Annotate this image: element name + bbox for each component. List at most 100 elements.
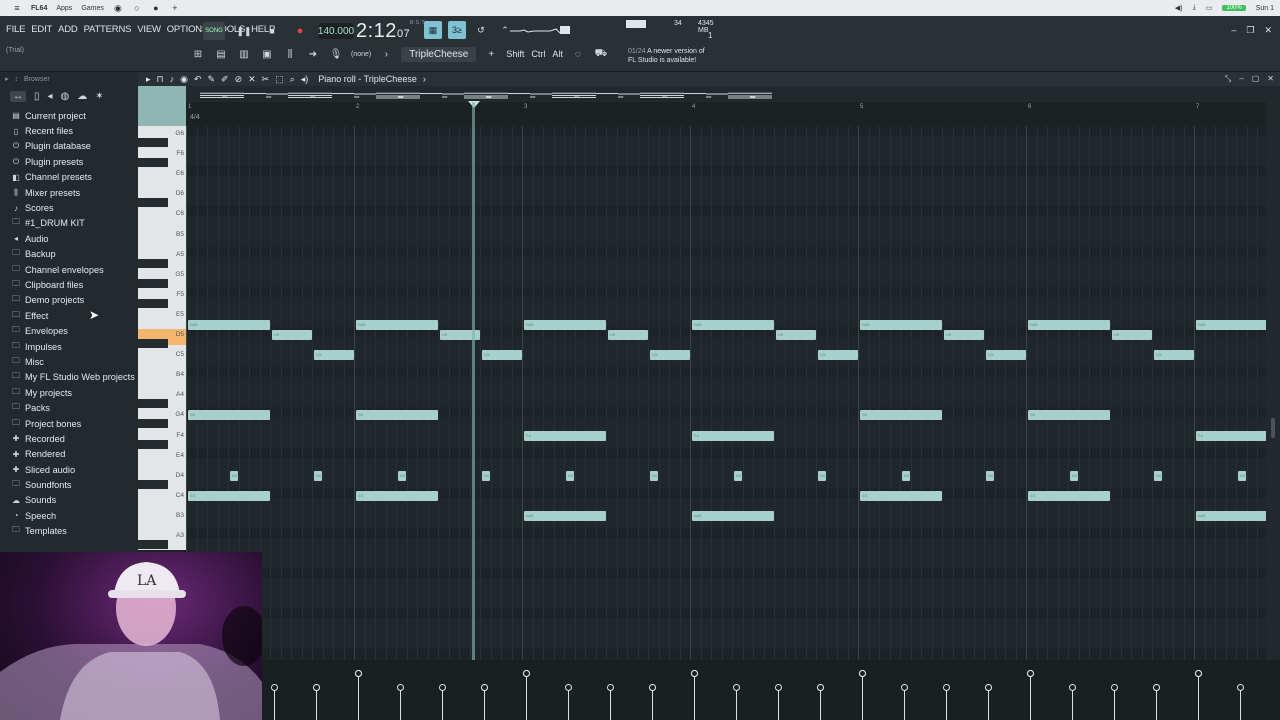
note[interactable]: C4 xyxy=(356,490,438,501)
browser-item[interactable]: ◂ Audio xyxy=(11,231,138,246)
time-display[interactable]: 2:1207 B:S:T xyxy=(356,20,425,43)
note[interactable]: C4 xyxy=(860,490,942,501)
browser-item[interactable]: 🗀 Channel envelopes xyxy=(11,262,138,277)
browser-item[interactable]: 🗀 Soundfonts xyxy=(11,477,138,492)
brush-icon[interactable]: ✐ xyxy=(221,74,229,85)
magnet-icon[interactable]: ⊓ xyxy=(157,74,164,85)
window-menu-icon[interactable]: ≡ xyxy=(12,3,22,13)
browser-item[interactable]: ◔ Speech xyxy=(11,508,138,523)
browser-item[interactable]: 🗀 Effect xyxy=(11,308,138,323)
note[interactable]: D4 xyxy=(1238,470,1247,481)
tab-fl64[interactable]: FL64 xyxy=(31,5,47,12)
note[interactable]: D5 xyxy=(944,330,984,340)
velocity-stem[interactable] xyxy=(526,674,527,720)
stop-button[interactable]: ■ xyxy=(263,22,281,40)
velocity-stem[interactable] xyxy=(862,674,863,720)
velocity-stem[interactable] xyxy=(820,688,821,720)
velocity-stem[interactable] xyxy=(610,688,611,720)
browser-item[interactable]: 🗀 Clipboard files xyxy=(11,277,138,292)
browser-item[interactable]: 🗀 Templates xyxy=(11,524,138,539)
velocity-stem[interactable] xyxy=(904,688,905,720)
play-icon[interactable]: ◉ xyxy=(180,74,188,85)
snap-icon[interactable]: ⊞ xyxy=(190,46,206,62)
black-key[interactable] xyxy=(138,479,168,489)
note[interactable]: D4 xyxy=(818,470,827,481)
arrow-icon[interactable]: ▸ xyxy=(5,75,9,83)
velocity-handle[interactable] xyxy=(439,684,446,691)
all-icon[interactable]: ↔ xyxy=(10,90,26,102)
black-key[interactable] xyxy=(138,158,168,168)
velocity-handle[interactable] xyxy=(733,684,740,691)
black-key[interactable] xyxy=(138,419,168,429)
speaker-icon[interactable]: ◂ xyxy=(48,91,53,102)
note[interactable]: D4 xyxy=(314,470,323,481)
note[interactable]: D4 xyxy=(482,470,491,481)
note[interactable]: D#5 xyxy=(524,319,606,330)
browser-item[interactable]: 🗀 #1_DRUM KIT xyxy=(11,216,138,231)
browser-item[interactable]: ♪ Scores xyxy=(11,200,138,215)
microphone-icon[interactable]: 🎙 xyxy=(328,46,344,62)
note[interactable]: F4 xyxy=(524,430,606,441)
zoom-icon[interactable]: ⌕ xyxy=(290,74,295,85)
note[interactable]: A#3 xyxy=(1196,510,1266,521)
ctrl-key-button[interactable]: Ctrl xyxy=(531,49,545,59)
browser-item[interactable]: ✚ Sliced audio xyxy=(11,462,138,477)
browser-item[interactable]: ☁ Sounds xyxy=(11,493,138,508)
browser-item[interactable]: ◧ Channel presets xyxy=(11,170,138,185)
menu-file[interactable]: FILE xyxy=(6,24,25,35)
browser-item[interactable]: ⏻ Plugin presets xyxy=(11,154,138,169)
note[interactable]: D4 xyxy=(734,470,743,481)
velocity-stem[interactable] xyxy=(358,674,359,720)
tab-games[interactable]: Games xyxy=(81,5,104,12)
minimize-icon[interactable]: – xyxy=(1239,74,1243,84)
velocity-handle[interactable] xyxy=(985,684,992,691)
note[interactable]: D4 xyxy=(1154,470,1163,481)
note[interactable]: D4 xyxy=(902,470,911,481)
note[interactable]: D#5 xyxy=(860,319,942,330)
menu-edit[interactable]: EDIT xyxy=(31,24,52,35)
velocity-handle[interactable] xyxy=(607,684,614,691)
playlist-icon[interactable]: ▤ xyxy=(213,46,229,62)
note[interactable]: G4 xyxy=(1028,410,1110,421)
select-icon[interactable]: ⬚ xyxy=(275,74,284,85)
note[interactable]: D5 xyxy=(272,330,312,340)
browser-item[interactable]: ⏻ Plugin database xyxy=(11,139,138,154)
chevron-icon[interactable]: ▸ xyxy=(146,74,151,85)
velocity-handle[interactable] xyxy=(817,684,824,691)
black-key[interactable] xyxy=(138,298,168,308)
menu-options[interactable]: OPTIONS xyxy=(167,24,209,35)
browser-item[interactable]: 🗀 Backup xyxy=(11,247,138,262)
alt-key-button[interactable]: Alt xyxy=(552,49,563,59)
velocity-stem[interactable] xyxy=(484,688,485,720)
plugin-icon[interactable]: ◍ xyxy=(61,91,70,102)
piano-roll-icon[interactable]: ▥ xyxy=(236,46,252,62)
note[interactable]: D4 xyxy=(650,470,659,481)
velocity-handle[interactable] xyxy=(1195,670,1202,677)
chevron-right-icon[interactable]: › xyxy=(423,74,426,84)
browser-item[interactable]: ✚ Rendered xyxy=(11,447,138,462)
note[interactable]: A#3 xyxy=(524,510,606,521)
velocity-stem[interactable] xyxy=(736,688,737,720)
velocity-handle[interactable] xyxy=(1027,670,1034,677)
record-button[interactable]: ● xyxy=(291,22,309,40)
note[interactable]: D5 xyxy=(776,330,816,340)
velocity-handle[interactable] xyxy=(397,684,404,691)
velocity-handle[interactable] xyxy=(481,684,488,691)
shift-key-button[interactable]: Shift xyxy=(506,49,524,59)
note[interactable]: D5 xyxy=(608,330,648,340)
velocity-handle[interactable] xyxy=(355,670,362,677)
note[interactable]: G4 xyxy=(356,410,438,421)
note[interactable]: G4 xyxy=(860,410,942,421)
vertical-scrollbar[interactable] xyxy=(1266,102,1280,660)
download-icon[interactable]: ⤓ xyxy=(1193,4,1196,12)
velocity-stem[interactable] xyxy=(1030,674,1031,720)
star-icon[interactable]: ✶ xyxy=(95,91,103,102)
velocity-stem[interactable] xyxy=(316,688,317,720)
velocity-handle[interactable] xyxy=(565,684,572,691)
note[interactable]: D4 xyxy=(230,470,239,481)
note[interactable]: D#5 xyxy=(692,319,774,330)
pencil-icon[interactable]: ✎ xyxy=(207,74,215,85)
note[interactable]: D#5 xyxy=(1028,319,1110,330)
note[interactable]: D#5 xyxy=(188,319,270,330)
browser-item[interactable]: 🗀 Demo projects xyxy=(11,293,138,308)
